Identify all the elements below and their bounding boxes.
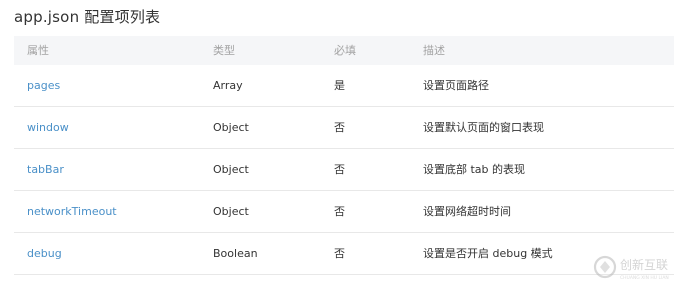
description-cell: 设置网络超时时间 — [423, 205, 511, 218]
description-cell: 设置是否开启 debug 模式 — [423, 247, 553, 260]
attribute-link[interactable]: debug — [27, 233, 62, 274]
table-row: debug Boolean 否 设置是否开启 debug 模式 — [14, 233, 674, 275]
description-cell: 设置底部 tab 的表现 — [423, 163, 526, 176]
watermark-sub-text: CHUANG XIN HU LIAN — [620, 275, 669, 281]
type-cell: Array — [213, 79, 243, 92]
brand-watermark-logo: 创新互联 CHUANG XIN HU LIAN — [593, 255, 669, 281]
required-cell: 否 — [334, 163, 345, 176]
table-header: 属性 类型 必填 描述 — [14, 36, 674, 65]
page-title: app.json 配置项列表 — [14, 8, 161, 26]
type-cell: Object — [213, 121, 249, 134]
type-cell: Object — [213, 205, 249, 218]
description-cell: 设置默认页面的窗口表现 — [423, 121, 544, 134]
header-required: 必填 — [334, 44, 356, 57]
table-row: pages Array 是 设置页面路径 — [14, 65, 674, 107]
description-cell: 设置页面路径 — [423, 79, 489, 92]
type-cell: Boolean — [213, 247, 258, 260]
attribute-link[interactable]: networkTimeout — [27, 191, 117, 232]
table-row: window Object 否 设置默认页面的窗口表现 — [14, 107, 674, 149]
logo-mark-icon — [600, 261, 610, 273]
required-cell: 是 — [334, 79, 345, 92]
type-cell: Object — [213, 163, 249, 176]
attribute-link[interactable]: pages — [27, 65, 60, 106]
attribute-link[interactable]: window — [27, 107, 69, 148]
header-attribute: 属性 — [27, 44, 49, 57]
header-type: 类型 — [213, 44, 235, 57]
required-cell: 否 — [334, 121, 345, 134]
required-cell: 否 — [334, 247, 345, 260]
watermark-brand-text: 创新互联 — [620, 257, 668, 272]
config-table: 属性 类型 必填 描述 pages Array 是 设置页面路径 window … — [14, 36, 674, 275]
table-row: tabBar Object 否 设置底部 tab 的表现 — [14, 149, 674, 191]
table-row: networkTimeout Object 否 设置网络超时时间 — [14, 191, 674, 233]
attribute-link[interactable]: tabBar — [27, 149, 64, 190]
header-description: 描述 — [423, 44, 445, 57]
required-cell: 否 — [334, 205, 345, 218]
